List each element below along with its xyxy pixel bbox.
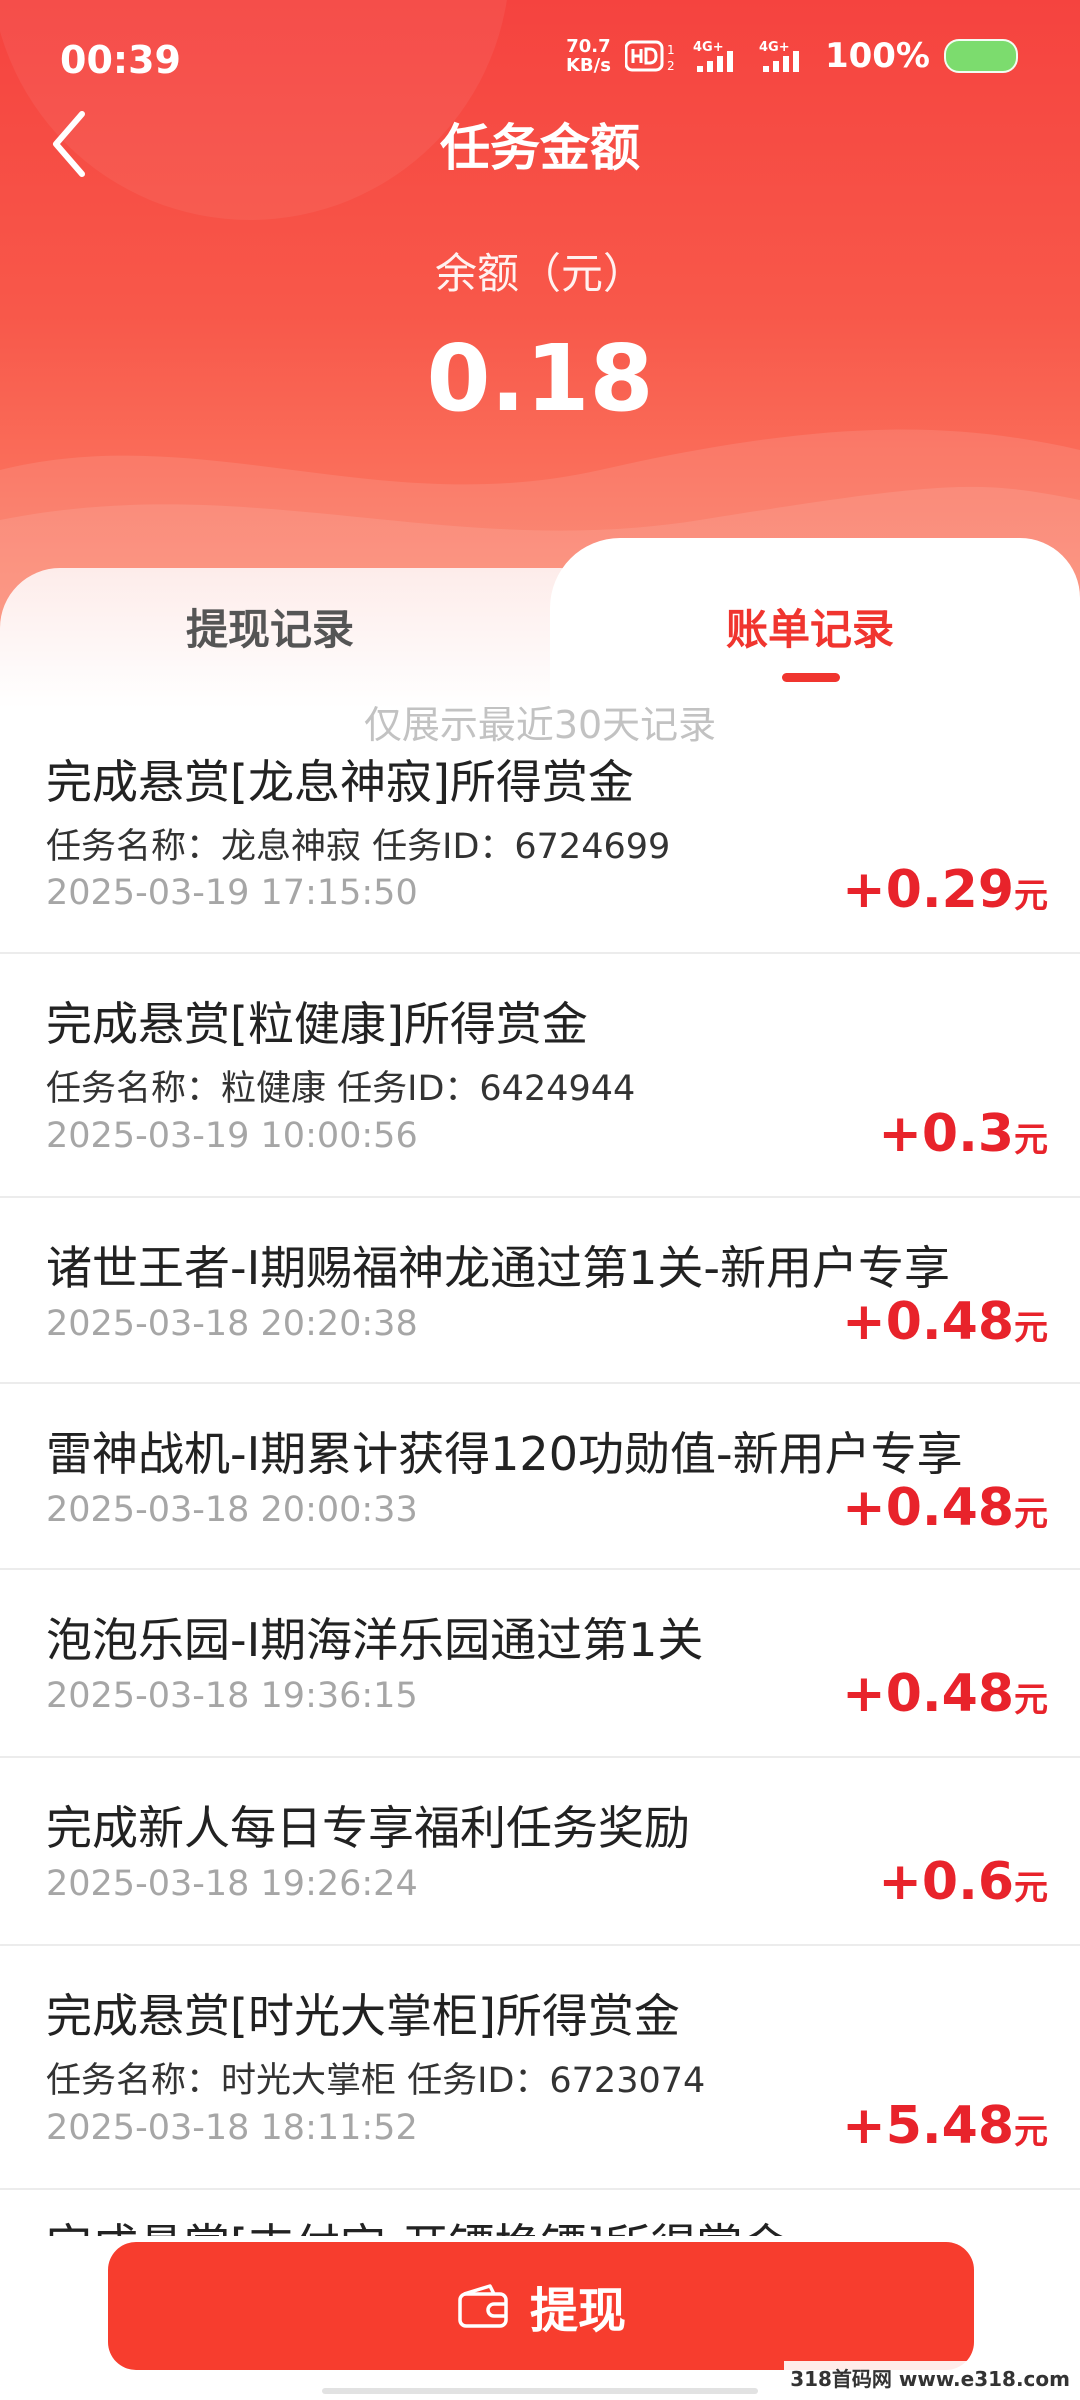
svg-text:4G+: 4G+	[759, 40, 790, 55]
balance-amount: 0.18	[426, 325, 654, 432]
record-time: 2025-03-18 18:11:52	[46, 2108, 418, 2148]
svg-text:2: 2	[667, 59, 675, 73]
battery-percent: 100%	[824, 36, 930, 76]
record-title: 泡泡乐园-Ⅰ期海洋乐园通过第1关	[46, 1613, 704, 1667]
record-amount: +0.48元	[842, 1292, 1048, 1352]
record-amount: +0.6元	[878, 1852, 1048, 1912]
list-item[interactable]: 完成悬赏[龙息神寂]所得赏金 任务名称：龙息神寂 任务ID：6724699 20…	[0, 720, 1080, 954]
record-time: 2025-03-18 20:00:33	[46, 1490, 418, 1530]
status-time: 00:39	[60, 38, 181, 82]
record-time: 2025-03-19 10:00:56	[46, 1116, 418, 1156]
hd-voice-icon: 1 2	[624, 40, 675, 73]
list-item[interactable]: 完成悬赏[时光大掌柜]所得赏金 任务名称：时光大掌柜 任务ID：6723074 …	[0, 1946, 1080, 2190]
record-amount: +5.48元	[842, 2096, 1048, 2156]
record-amount: +0.3元	[878, 1104, 1048, 1164]
record-task-info: 任务名称：时光大掌柜 任务ID：6723074	[46, 2061, 706, 2101]
signal-4g-icon: 4G+	[693, 40, 733, 72]
active-tab-indicator	[782, 673, 840, 682]
battery-icon	[944, 39, 1018, 73]
withdraw-button-label: 提现	[529, 2283, 626, 2339]
site-watermark: 318首码网 www.e318.com	[784, 2361, 1076, 2394]
network-speed-unit: KB/s	[565, 55, 611, 76]
record-amount: +0.48元	[842, 1478, 1048, 1538]
record-title: 雷神战机-Ⅰ期累计获得120功勋值-新用户专享	[46, 1427, 963, 1481]
record-task-info: 任务名称：粒健康 任务ID：6424944	[46, 1069, 636, 1109]
record-amount: +0.29元	[842, 860, 1048, 920]
svg-text:4G+: 4G+	[693, 40, 724, 55]
record-task-info: 任务名称：龙息神寂 任务ID：6724699	[46, 827, 671, 867]
record-time: 2025-03-18 19:26:24	[46, 1864, 418, 1904]
record-title: 完成悬赏[龙息神寂]所得赏金	[46, 755, 634, 809]
signal-4g-icon: 4G+	[759, 40, 799, 72]
list-item[interactable]: 完成悬赏[粒健康]所得赏金 任务名称：粒健康 任务ID：6424944 2025…	[0, 954, 1080, 1198]
network-speed-value: 70.7	[566, 36, 611, 57]
record-title: 完成新人每日专享福利任务奖励	[46, 1801, 690, 1855]
list-item[interactable]: 泡泡乐园-Ⅰ期海洋乐园通过第1关 2025-03-18 19:36:15 +0.…	[0, 1570, 1080, 1758]
list-item[interactable]: 完成新人每日专享福利任务奖励 2025-03-18 19:26:24 +0.6元	[0, 1758, 1080, 1946]
record-title: 诸世王者-Ⅰ期赐福神龙通过第1关-新用户专享	[46, 1241, 951, 1295]
page-title: 任务金额	[440, 119, 640, 177]
status-bar: 00:39 70.7 KB/s 1 2 4G+ 4G+ 100%	[0, 0, 1080, 120]
record-title: 完成悬赏[时光大掌柜]所得赏金	[46, 1989, 680, 2043]
tab-withdraw-records[interactable]: 提现记录	[90, 596, 450, 657]
balance-label: 余额（元）	[434, 249, 645, 298]
record-time: 2025-03-19 17:15:50	[46, 873, 418, 913]
wallet-icon	[458, 2284, 508, 2328]
network-speed: 70.7 KB/s	[566, 37, 611, 75]
record-title: 完成悬赏[粒健康]所得赏金	[46, 997, 588, 1051]
status-indicators: 70.7 KB/s 1 2 4G+ 4G+ 100%	[566, 36, 1018, 76]
withdraw-button[interactable]: 提现	[108, 2242, 974, 2370]
tab-bill-records[interactable]: 账单记录	[630, 596, 990, 657]
record-time: 2025-03-18 19:36:15	[46, 1676, 418, 1716]
record-amount: +0.48元	[842, 1664, 1048, 1724]
svg-text:1: 1	[667, 43, 675, 57]
home-indicator[interactable]	[322, 2388, 758, 2394]
bill-record-list: 完成悬赏[龙息神寂]所得赏金 任务名称：龙息神寂 任务ID：6724699 20…	[0, 720, 1080, 2190]
record-time: 2025-03-18 20:20:38	[46, 1304, 418, 1344]
list-item[interactable]: 诸世王者-Ⅰ期赐福神龙通过第1关-新用户专享 2025-03-18 20:20:…	[0, 1198, 1080, 1384]
list-item[interactable]: 雷神战机-Ⅰ期累计获得120功勋值-新用户专享 2025-03-18 20:00…	[0, 1384, 1080, 1570]
